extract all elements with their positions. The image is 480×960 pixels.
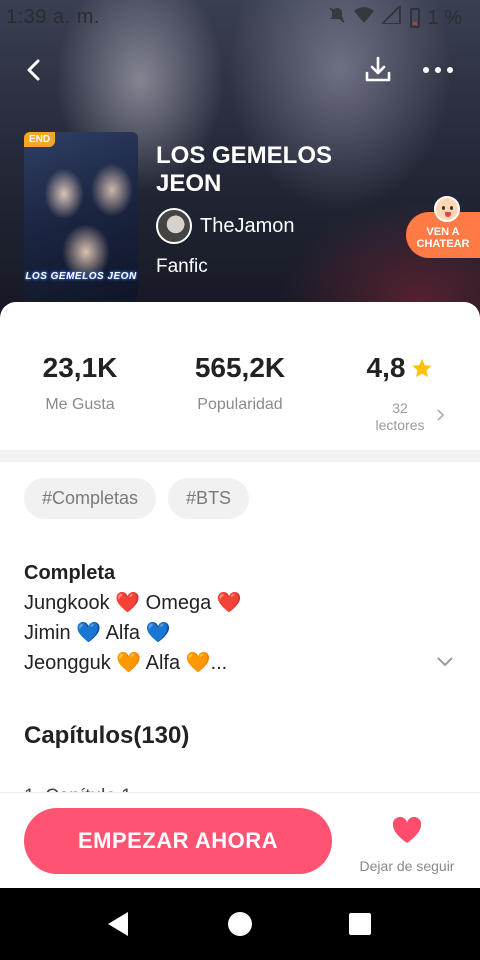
tag-bts[interactable]: #BTS bbox=[168, 478, 250, 519]
triangle-back-icon bbox=[108, 912, 128, 936]
android-nav-bar bbox=[0, 888, 480, 960]
status-time: 1:39 a. m. bbox=[6, 6, 100, 28]
chapter-item[interactable]: 1. Capítulo 1 bbox=[24, 780, 132, 792]
tag-completas[interactable]: #Completas bbox=[24, 478, 157, 519]
nav-home-button[interactable] bbox=[226, 910, 254, 938]
genre-label: Fanfic bbox=[156, 256, 208, 277]
more-horizontal-icon bbox=[423, 67, 453, 73]
description-line: Jungkook ❤️ Omega ❤️ bbox=[24, 592, 242, 614]
chevron-left-icon bbox=[27, 59, 40, 81]
circle-home-icon bbox=[228, 912, 252, 936]
readers-label: lectores bbox=[375, 417, 425, 433]
chevron-right-icon bbox=[436, 408, 446, 427]
popularity-label: Popularidad bbox=[197, 396, 283, 413]
battery-icon bbox=[409, 8, 420, 28]
readers-count[interactable]: 32 lectores bbox=[360, 400, 440, 434]
likes-label: Me Gusta bbox=[45, 396, 115, 413]
tags-row: #Completas #BTS bbox=[24, 478, 250, 519]
likes-stat: 23,1K Me Gusta bbox=[0, 352, 160, 414]
nav-back-button[interactable] bbox=[104, 910, 132, 938]
status-icons: 1 % bbox=[328, 3, 462, 30]
chapters-title: Capítulos(130) bbox=[24, 722, 190, 749]
nav-recents-button[interactable] bbox=[346, 910, 374, 938]
hero-header: 1:39 a. m. 1 % END LOS GEMELOS JEON LOS … bbox=[0, 0, 480, 320]
signal-icon bbox=[379, 3, 402, 30]
battery-text: 1 % bbox=[427, 6, 462, 29]
heart-icon bbox=[392, 816, 422, 843]
unfollow-label: Dejar de seguir bbox=[359, 858, 455, 874]
wifi-icon bbox=[353, 6, 374, 30]
download-icon bbox=[365, 56, 391, 82]
chat-badge-button[interactable]: VEN A CHATEAR bbox=[406, 196, 480, 258]
rating-row: 4,8 bbox=[320, 352, 480, 384]
square-recents-icon bbox=[349, 913, 371, 935]
book-cover[interactable]: END LOS GEMELOS JEON bbox=[24, 132, 138, 300]
status-bar: 1:39 a. m. 1 % bbox=[0, 0, 480, 36]
popularity-stat: 565,2K Popularidad bbox=[160, 352, 320, 414]
author-name[interactable]: TheJamon bbox=[200, 215, 295, 238]
likes-value: 23,1K bbox=[42, 352, 118, 383]
description-title: Completa bbox=[24, 562, 116, 584]
end-badge: END bbox=[24, 132, 56, 147]
bottom-action-bar: EMPEZAR AHORA Dejar de seguir bbox=[0, 792, 480, 888]
mute-icon bbox=[328, 6, 346, 30]
details-sheet: 23,1K Me Gusta 565,2K Popularidad 4,8 32… bbox=[0, 302, 480, 802]
author-avatar[interactable] bbox=[156, 208, 192, 244]
description-line: Jeongguk 🧡 Alfa 🧡... bbox=[24, 652, 228, 674]
popularity-value: 565,2K bbox=[194, 352, 286, 383]
rating-stat[interactable]: 4,8 bbox=[320, 352, 480, 384]
start-reading-button[interactable]: EMPEZAR AHORA bbox=[24, 808, 332, 874]
description[interactable]: Completa Jungkook ❤️ Omega ❤️ Jimin 💙 Al… bbox=[24, 558, 444, 678]
book-title: LOS GEMELOS JEON bbox=[156, 142, 333, 197]
chat-badge-line1: VEN A bbox=[426, 226, 460, 238]
description-line: Jimin 💙 Alfa 💙 bbox=[24, 622, 171, 644]
mascot-icon bbox=[434, 196, 460, 222]
readers-number: 32 bbox=[392, 400, 408, 416]
back-button[interactable] bbox=[14, 50, 54, 90]
author-row[interactable]: TheJamon bbox=[156, 208, 295, 244]
section-divider bbox=[0, 450, 480, 462]
star-icon bbox=[412, 358, 433, 378]
more-button[interactable] bbox=[418, 50, 458, 90]
unfollow-button[interactable]: Dejar de seguir bbox=[352, 815, 462, 874]
download-button[interactable] bbox=[358, 50, 398, 90]
rating-value: 4,8 bbox=[366, 352, 406, 383]
chevron-down-icon[interactable] bbox=[436, 654, 454, 672]
cover-title: LOS GEMELOS JEON bbox=[25, 271, 137, 282]
chat-badge-line2: CHATEAR bbox=[416, 238, 470, 250]
